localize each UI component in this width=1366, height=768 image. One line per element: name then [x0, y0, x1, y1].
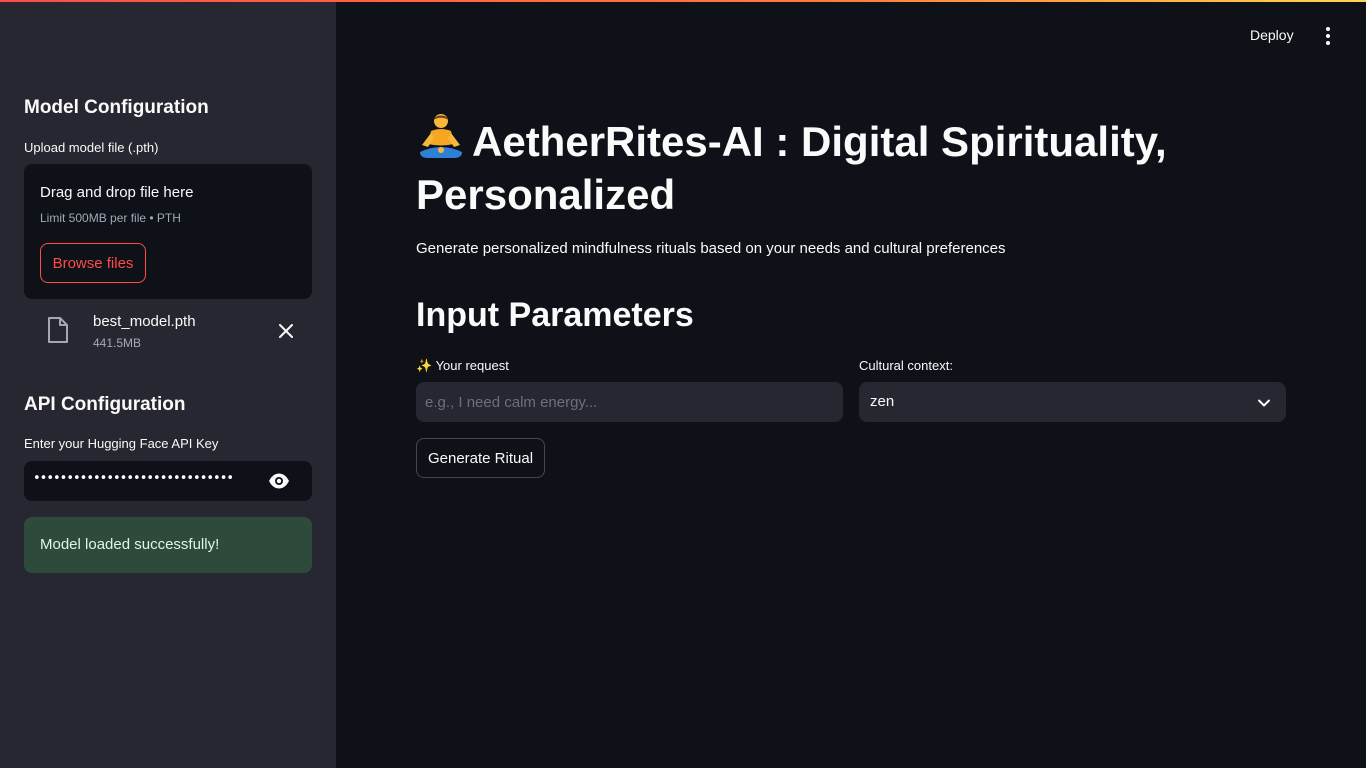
file-dropzone[interactable]: Drag and drop file here Limit 500MB per …: [24, 164, 312, 299]
file-icon: [48, 317, 68, 343]
dropzone-title: Drag and drop file here: [40, 184, 194, 201]
browse-files-button[interactable]: Browse files: [40, 243, 146, 283]
chevron-down-icon: [1258, 399, 1270, 407]
sidebar: Model Configuration Upload model file (.…: [0, 0, 336, 768]
input-parameters-heading: Input Parameters: [416, 296, 694, 334]
upload-label: Upload model file (.pth): [24, 140, 159, 155]
cultural-context-select[interactable]: zen: [859, 382, 1286, 422]
cultural-context-label: Cultural context:: [859, 358, 953, 373]
file-size: 441.5MB: [93, 336, 142, 350]
generate-ritual-button[interactable]: Generate Ritual: [416, 438, 545, 478]
kebab-menu-icon[interactable]: [1318, 24, 1338, 48]
deploy-button[interactable]: Deploy: [1250, 27, 1294, 43]
success-message: Model loaded successfully!: [40, 536, 220, 553]
eye-icon[interactable]: [268, 471, 290, 491]
dropzone-limit: Limit 500MB per file • PTH: [40, 211, 181, 225]
api-key-masked-value: ••••••••••••••••••••••••••••••••••••: [33, 471, 233, 486]
uploaded-file-item: best_model.pth 441.5MB: [24, 308, 312, 356]
remove-file-button[interactable]: [276, 321, 296, 341]
model-config-heading: Model Configuration: [24, 97, 209, 118]
page-title: AetherRites-AI : Digital Spirituality, P…: [416, 112, 1276, 221]
page-subtitle: Generate personalized mindfulness ritual…: [416, 240, 1006, 257]
request-label: ✨ Your request: [416, 358, 509, 373]
meditation-icon: [420, 114, 462, 158]
request-input[interactable]: [416, 382, 843, 422]
api-key-input[interactable]: ••••••••••••••••••••••••••••••••••••: [24, 461, 312, 501]
api-key-label: Enter your Hugging Face API Key: [24, 436, 219, 451]
success-alert: Model loaded successfully!: [24, 517, 312, 573]
page-title-text: AetherRites-AI : Digital Spirituality, P…: [416, 118, 1167, 218]
top-decoration-bar: [0, 0, 1366, 2]
file-name: best_model.pth: [93, 313, 196, 330]
api-config-heading: API Configuration: [24, 394, 186, 415]
close-icon: [279, 324, 293, 338]
cultural-context-value: zen: [870, 393, 895, 410]
